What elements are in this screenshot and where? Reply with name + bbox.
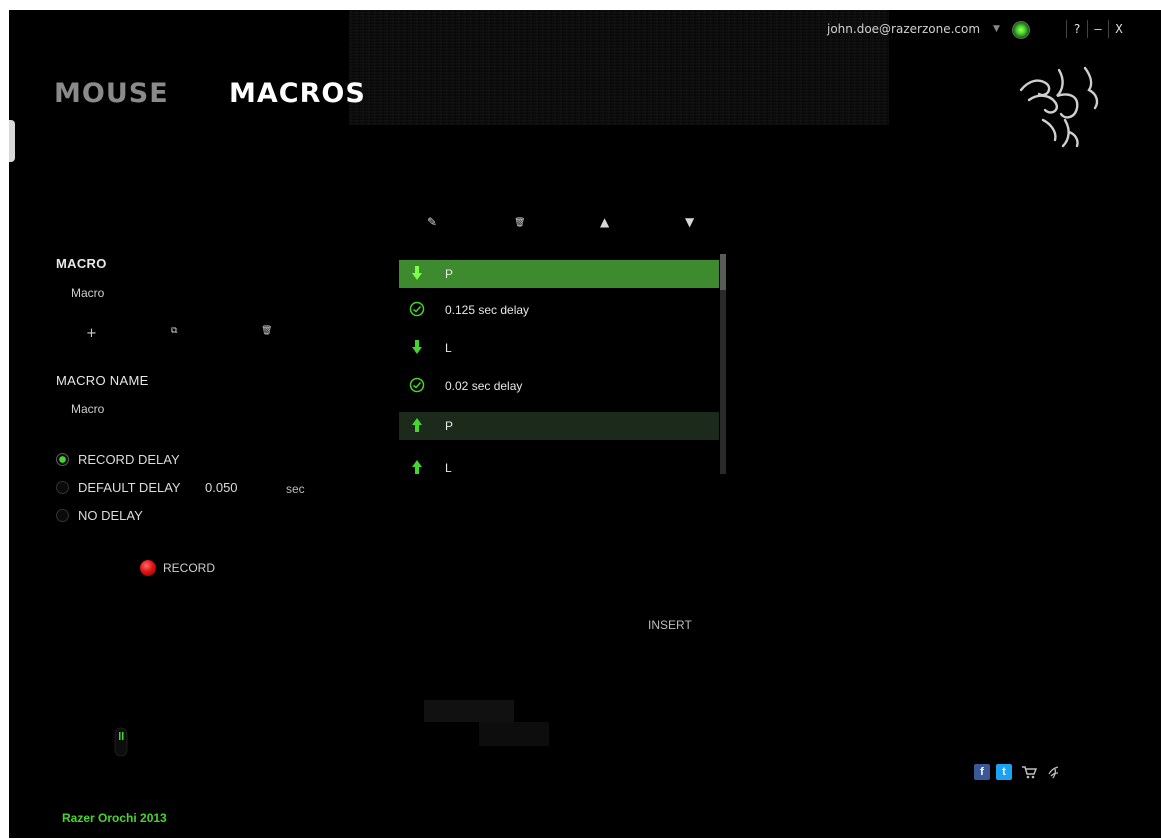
close-button[interactable]: X <box>1108 20 1129 38</box>
record-delay-radio[interactable] <box>56 453 69 466</box>
macro-heading: MACRO <box>56 256 107 271</box>
chevron-down-icon[interactable]: ▼ <box>993 24 1000 34</box>
list-item[interactable]: P <box>399 260 719 288</box>
no-delay-radio[interactable] <box>56 509 69 522</box>
user-email[interactable]: john.doe@razerzone.com <box>827 22 980 36</box>
device-name: Razer Orochi 2013 <box>62 811 167 825</box>
scrollbar-thumb[interactable] <box>720 254 726 290</box>
razer-icon[interactable] <box>1046 764 1062 780</box>
mouse-device-icon[interactable] <box>109 722 133 762</box>
key-up-arrow-icon <box>412 460 422 474</box>
insert-button[interactable]: INSERT <box>648 618 692 632</box>
clock-icon <box>409 301 425 317</box>
macro-selector[interactable]: Macro <box>71 286 104 300</box>
online-status-icon <box>1012 21 1030 39</box>
cart-icon[interactable] <box>1021 764 1037 780</box>
trash-icon[interactable]: 🗑 <box>261 326 272 336</box>
record-delay-label: RECORD DELAY <box>78 452 180 467</box>
list-item-label: L <box>445 341 452 355</box>
facebook-icon[interactable]: f <box>974 764 990 780</box>
list-item-label: P <box>445 267 454 281</box>
list-item[interactable]: 0.02 sec delay <box>399 372 719 400</box>
no-delay-label: NO DELAY <box>78 508 143 523</box>
copy-icon[interactable]: ⧉ <box>171 326 177 336</box>
default-delay-radio[interactable] <box>56 481 69 494</box>
move-up-icon[interactable]: ▲ <box>600 215 609 229</box>
help-button[interactable]: ? <box>1066 20 1087 38</box>
default-delay-unit: sec <box>286 482 305 496</box>
list-scrollbar[interactable] <box>720 254 726 474</box>
macro-name-field[interactable]: Macro <box>71 402 104 416</box>
macro-sequence-list: P 0.125 sec delay L 0.02 sec delay P L <box>399 260 719 476</box>
macro-name-heading: MACRO NAME <box>56 373 149 388</box>
tab-mouse[interactable]: MOUSE <box>54 78 169 109</box>
tab-macros[interactable]: MACROS <box>229 78 366 109</box>
key-down-arrow-icon <box>412 266 422 280</box>
default-delay-label: DEFAULT DELAY <box>78 480 181 495</box>
list-item[interactable]: P <box>399 412 719 440</box>
list-item-label: 0.02 sec delay <box>445 379 523 393</box>
synapse-window: john.doe@razerzone.com ▼ ? – X MOUSE MAC… <box>9 10 1161 838</box>
list-item-label: P <box>445 419 454 433</box>
key-down-arrow-icon <box>412 340 422 354</box>
trash-icon[interactable]: 🗑 <box>514 218 525 228</box>
record-button[interactable] <box>140 560 156 576</box>
list-item[interactable]: 0.125 sec delay <box>399 296 719 324</box>
key-up-arrow-icon <box>412 418 422 432</box>
list-item[interactable]: L <box>399 454 719 482</box>
razer-logo-icon <box>1019 66 1099 148</box>
twitter-icon[interactable]: t <box>996 764 1012 780</box>
default-delay-input[interactable]: 0.050 <box>205 480 238 495</box>
record-label[interactable]: RECORD <box>163 561 215 575</box>
edit-icon[interactable]: ✎ <box>427 215 437 229</box>
list-item-label: L <box>445 461 452 475</box>
move-down-icon[interactable]: ▼ <box>685 215 694 229</box>
minimize-button[interactable]: – <box>1087 20 1108 38</box>
list-item-label: 0.125 sec delay <box>445 303 530 317</box>
add-icon[interactable]: + <box>86 326 97 341</box>
clock-icon <box>409 377 425 393</box>
window-controls: ? – X <box>1066 20 1129 38</box>
side-tab-handle[interactable] <box>9 120 15 162</box>
list-item[interactable]: L <box>399 334 719 362</box>
